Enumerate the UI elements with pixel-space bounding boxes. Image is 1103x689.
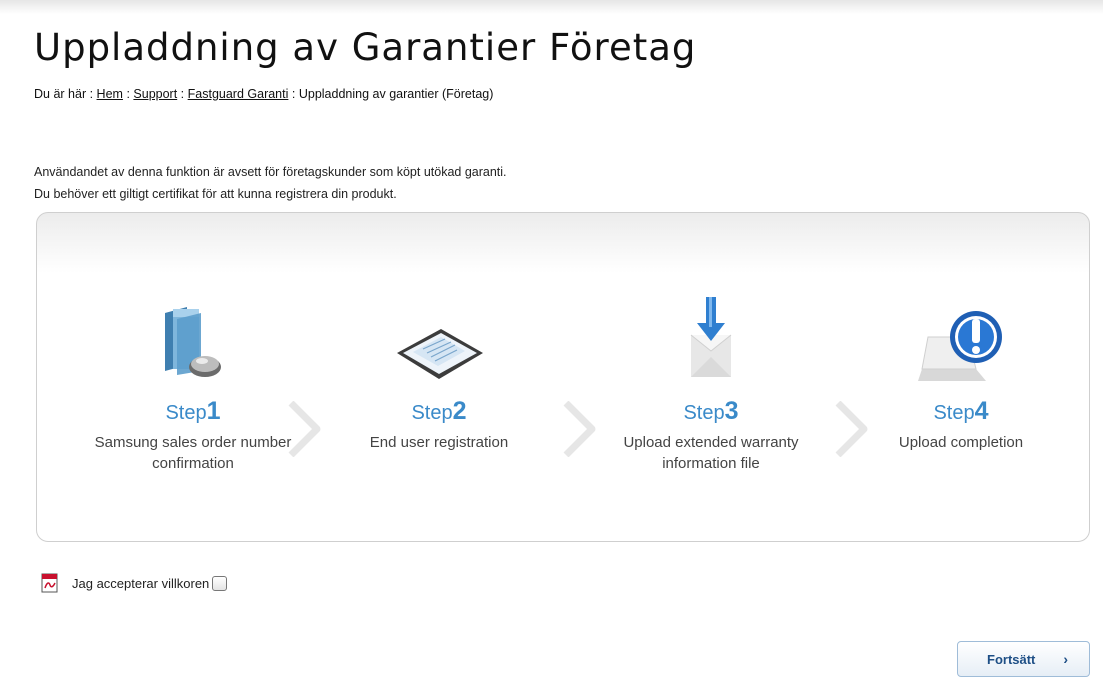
step-label: Step — [933, 402, 975, 424]
step-number: 1 — [206, 397, 221, 425]
step-label: Step — [165, 402, 207, 424]
step-2-title: Step2 — [334, 397, 544, 426]
folder-mouse-icon — [88, 293, 298, 383]
intro-line-2: Du behöver ett giltigt certifikat för at… — [34, 187, 397, 201]
step-1-desc: Samsung sales order number confirmation — [94, 434, 292, 472]
step-4-title: Step4 — [856, 397, 1066, 426]
document-tablet-icon — [334, 293, 544, 383]
pdf-icon[interactable] — [40, 573, 60, 593]
breadcrumb-separator: : — [291, 87, 296, 101]
steps-panel: Step1 Samsung sales order number confirm… — [36, 212, 1090, 542]
step-2: Step2 End user registration — [334, 293, 544, 453]
upload-arrow-icon — [606, 293, 816, 383]
breadcrumb-separator: : — [126, 87, 130, 101]
continue-button-label: Fortsätt — [987, 651, 1036, 667]
step-1-title: Step1 — [88, 397, 298, 426]
step-4-desc: Upload completion — [898, 434, 1024, 451]
breadcrumb-link-support[interactable]: Support — [133, 87, 177, 101]
breadcrumb: Du är här : Hem : Support : Fastguard Ga… — [34, 87, 493, 101]
step-number: 4 — [974, 397, 989, 425]
page-title: Uppladdning av Garantier Företag — [34, 26, 697, 69]
intro-text: Användandet av denna funktion är avsett … — [34, 161, 507, 205]
terms-label: Jag accepterar villkoren — [72, 575, 210, 591]
chevron-right-icon: › — [1063, 651, 1069, 667]
breadcrumb-link-fastguard[interactable]: Fastguard Garanti — [188, 87, 289, 101]
intro-line-1: Användandet av denna funktion är avsett … — [34, 165, 507, 179]
continue-button[interactable]: Fortsätt › — [957, 641, 1090, 677]
terms-accept-row: Jag accepterar villkoren — [40, 573, 228, 593]
breadcrumb-prefix: Du är här : — [34, 87, 94, 101]
step-3-title: Step3 — [606, 397, 816, 426]
chevron-right-icon — [287, 400, 321, 462]
step-3: Step3 Upload extended warranty informati… — [606, 293, 816, 474]
step-3-desc: Upload extended warranty information fil… — [623, 434, 799, 472]
breadcrumb-current: Uppladdning av garantier (Företag) — [298, 87, 494, 101]
terms-checkbox[interactable] — [212, 575, 228, 591]
top-shadow — [0, 0, 1103, 14]
step-label: Step — [411, 402, 453, 424]
step-number: 2 — [452, 397, 467, 425]
breadcrumb-separator: : — [180, 87, 185, 101]
step-label: Step — [683, 402, 725, 424]
chevron-right-icon — [562, 400, 596, 462]
laptop-info-icon — [856, 293, 1066, 383]
breadcrumb-link-hem[interactable]: Hem — [97, 87, 123, 101]
step-1: Step1 Samsung sales order number confirm… — [88, 293, 298, 474]
step-2-desc: End user registration — [369, 434, 509, 451]
step-number: 3 — [724, 397, 739, 425]
step-4: Step4 Upload completion — [856, 293, 1066, 453]
